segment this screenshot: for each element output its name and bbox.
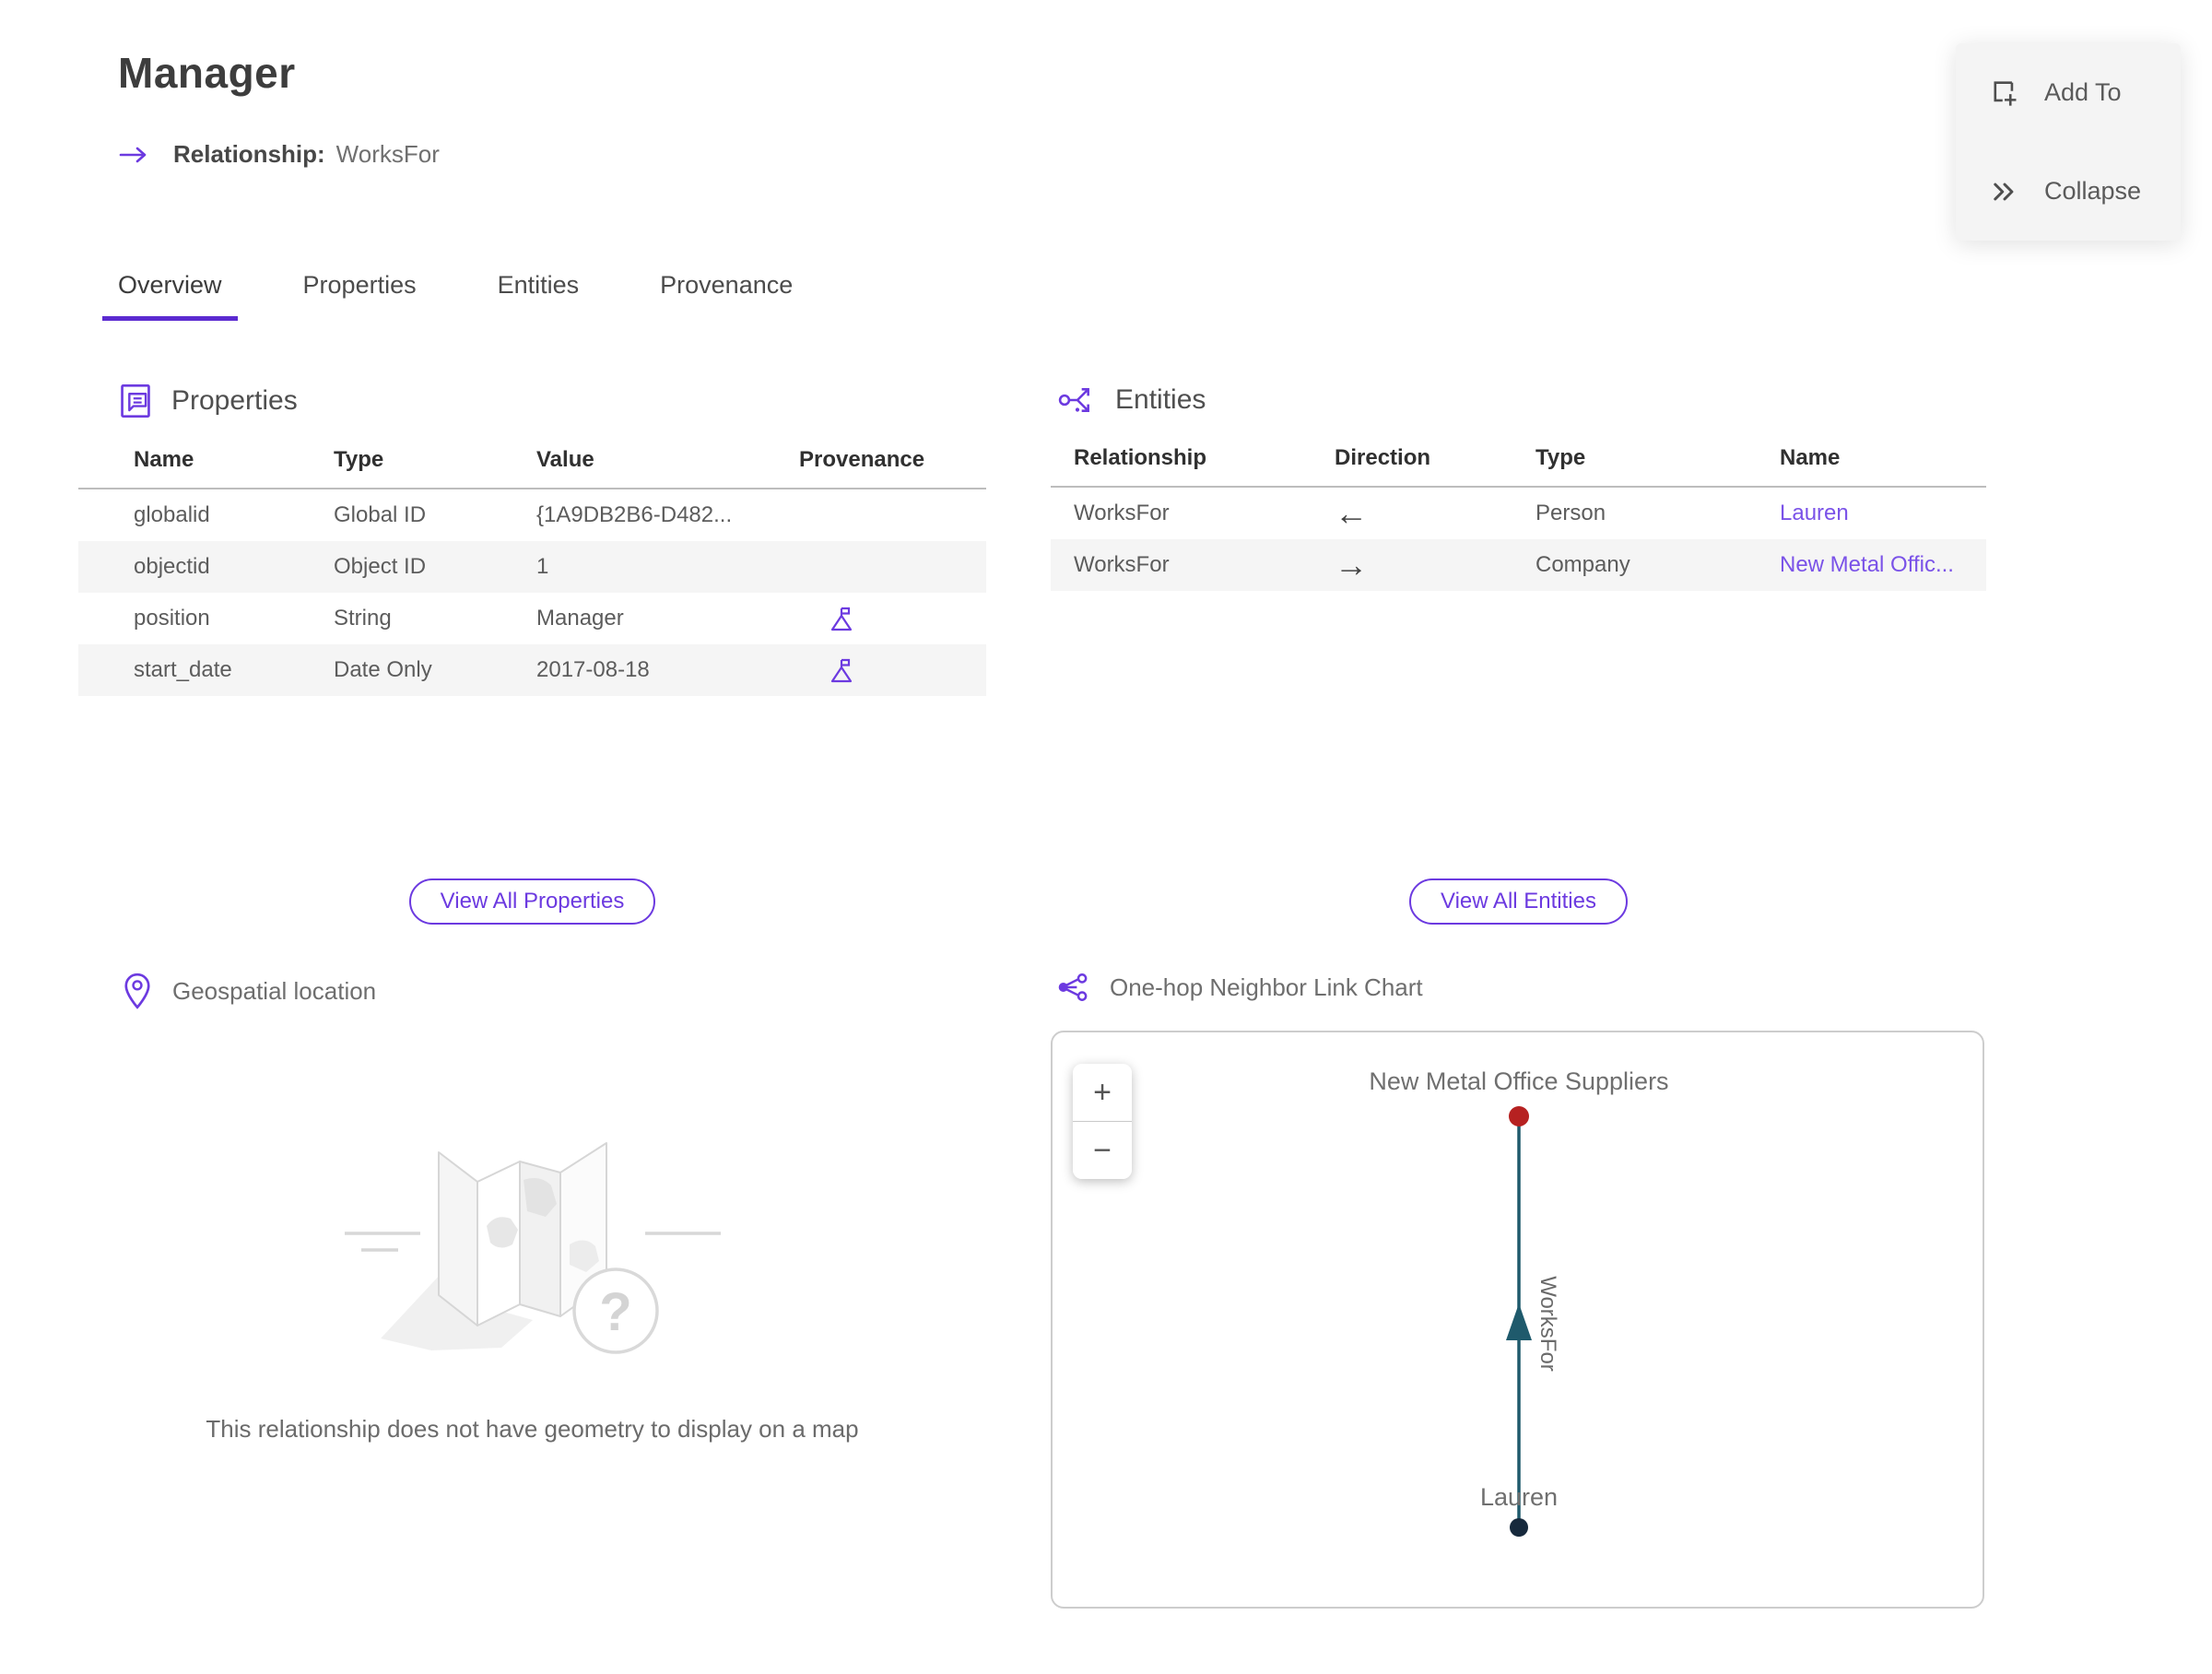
no-geometry-message: This relationship does not have geometry… [206,1415,859,1443]
entities-table-body: WorksFor ← Person Lauren WorksFor → Company New… [1051,488,1986,591]
edge-arrowhead [1506,1303,1532,1340]
property-value: 2017-08-18 [536,657,650,682]
relationship-detail-page: Manager Relationship: WorksFor Add To Co… [0,0,2212,1674]
col-type: Type [334,447,384,472]
tab-properties[interactable]: Properties [288,271,432,321]
collapse-button[interactable]: Collapse [1956,142,2181,241]
property-type: Date Only [334,657,432,682]
col-name: Name [134,447,194,472]
map-pin-icon [124,973,150,1009]
col-direction: Direction [1335,445,1431,470]
property-type: String [334,606,392,631]
entity-relationship: WorksFor [1074,552,1170,577]
add-to-icon [1994,80,2017,106]
properties-icon [121,384,150,418]
properties-heading: Properties [171,385,298,416]
actions-card: Add To Collapse [1956,43,2181,241]
property-name: objectid [134,554,210,579]
tab-entities[interactable]: Entities [482,271,595,321]
entities-table-header: Relationship Direction Type Name [1051,445,1986,488]
breadcrumb: Relationship: WorksFor [118,140,440,169]
entity-direction-arrow: ← [1335,494,1368,532]
entities-section: Entities Relationship Direction Type Nam… [1051,383,1986,591]
link-chart-icon [1058,973,1088,1001]
zoom-control: + − [1073,1064,1132,1179]
bottom-node[interactable] [1510,1518,1528,1537]
entity-type: Person [1535,501,1606,525]
top-node[interactable] [1509,1106,1529,1126]
top-node-label: New Metal Office Suppliers [1369,1067,1668,1095]
collapse-label: Collapse [2044,177,2142,205]
table-row: WorksFor → Company New Metal Offic... [1051,539,1986,591]
question-mark-glyph: ? [599,1282,631,1342]
table-row: start_date Date Only 2017-08-18 [78,644,986,696]
collapse-chevrons-icon [1994,183,2014,200]
add-to-button[interactable]: Add To [1956,43,2181,142]
tab-provenance[interactable]: Provenance [644,271,808,321]
entity-direction-arrow: → [1335,546,1368,584]
property-name: globalid [134,502,210,527]
bottom-node-label: Lauren [1480,1483,1558,1511]
link-chart-panel: WorksFor New Metal Office Suppliers Laur… [1051,1031,1984,1609]
view-all-entities-button[interactable]: View All Entities [1409,878,1628,925]
properties-table-header: Name Type Value Provenance [78,447,986,489]
col-value: Value [536,447,594,472]
add-to-label: Add To [2044,78,2122,106]
properties-section: Properties Name Type Value Provenance gl… [78,383,986,696]
provenance-flag-icon[interactable] [829,605,856,632]
edge-label: WorksFor [1535,1276,1560,1372]
property-value: 1 [536,554,549,579]
property-value: Manager [536,606,624,631]
relationship-value: WorksFor [335,140,440,168]
relationship-label: Relationship: [173,140,325,168]
property-provenance [799,656,986,684]
entity-name-link[interactable]: Lauren [1780,501,1849,525]
col-relationship: Relationship [1074,445,1207,470]
zoom-in-button[interactable]: + [1073,1064,1132,1121]
map-placeholder-illustration: ? [344,1142,721,1354]
properties-table: Name Type Value Provenance globalid Globa… [78,447,986,696]
table-row: WorksFor ← Person Lauren [1051,488,1986,539]
link-chart-section: One-hop Neighbor Link Chart [1051,973,1986,1002]
entity-relationship: WorksFor [1074,501,1170,525]
property-value: {1A9DB2B6-D482... [536,502,733,527]
tab-bar: Overview Properties Entities Provenance [102,271,808,321]
link-chart-canvas[interactable]: WorksFor New Metal Office Suppliers Laur… [1053,1032,1983,1607]
link-chart-heading: One-hop Neighbor Link Chart [1110,973,1423,1001]
provenance-flag-icon[interactable] [829,656,856,684]
properties-table-body: globalid Global ID {1A9DB2B6-D482... object… [78,489,986,696]
table-row: position String Manager [78,593,986,644]
geospatial-heading: Geospatial location [172,976,377,1005]
col-entity-name: Name [1780,445,1841,470]
property-type: Object ID [334,554,427,579]
property-name: position [134,606,210,631]
table-row: objectid Object ID 1 [78,541,986,593]
property-name: start_date [134,657,232,682]
col-provenance: Provenance [799,447,925,472]
entity-type: Company [1535,552,1630,577]
entities-heading: Entities [1115,384,1206,415]
geospatial-section: Geospatial location ? This relationship … [78,973,986,1444]
property-provenance [799,605,986,632]
table-row: globalid Global ID {1A9DB2B6-D482... [78,489,986,541]
col-type: Type [1535,445,1586,470]
view-all-properties-button[interactable]: View All Properties [408,878,656,925]
property-type: Global ID [334,502,427,527]
zoom-out-button[interactable]: − [1073,1122,1132,1179]
relationship-arrow-icon [119,147,147,162]
entity-name-link[interactable]: New Metal Offic... [1780,552,1954,577]
entities-table: Relationship Direction Type Name WorksFo… [1051,445,1986,591]
tab-overview[interactable]: Overview [102,271,238,321]
page-title: Manager [118,49,296,97]
entities-icon [1058,388,1089,412]
